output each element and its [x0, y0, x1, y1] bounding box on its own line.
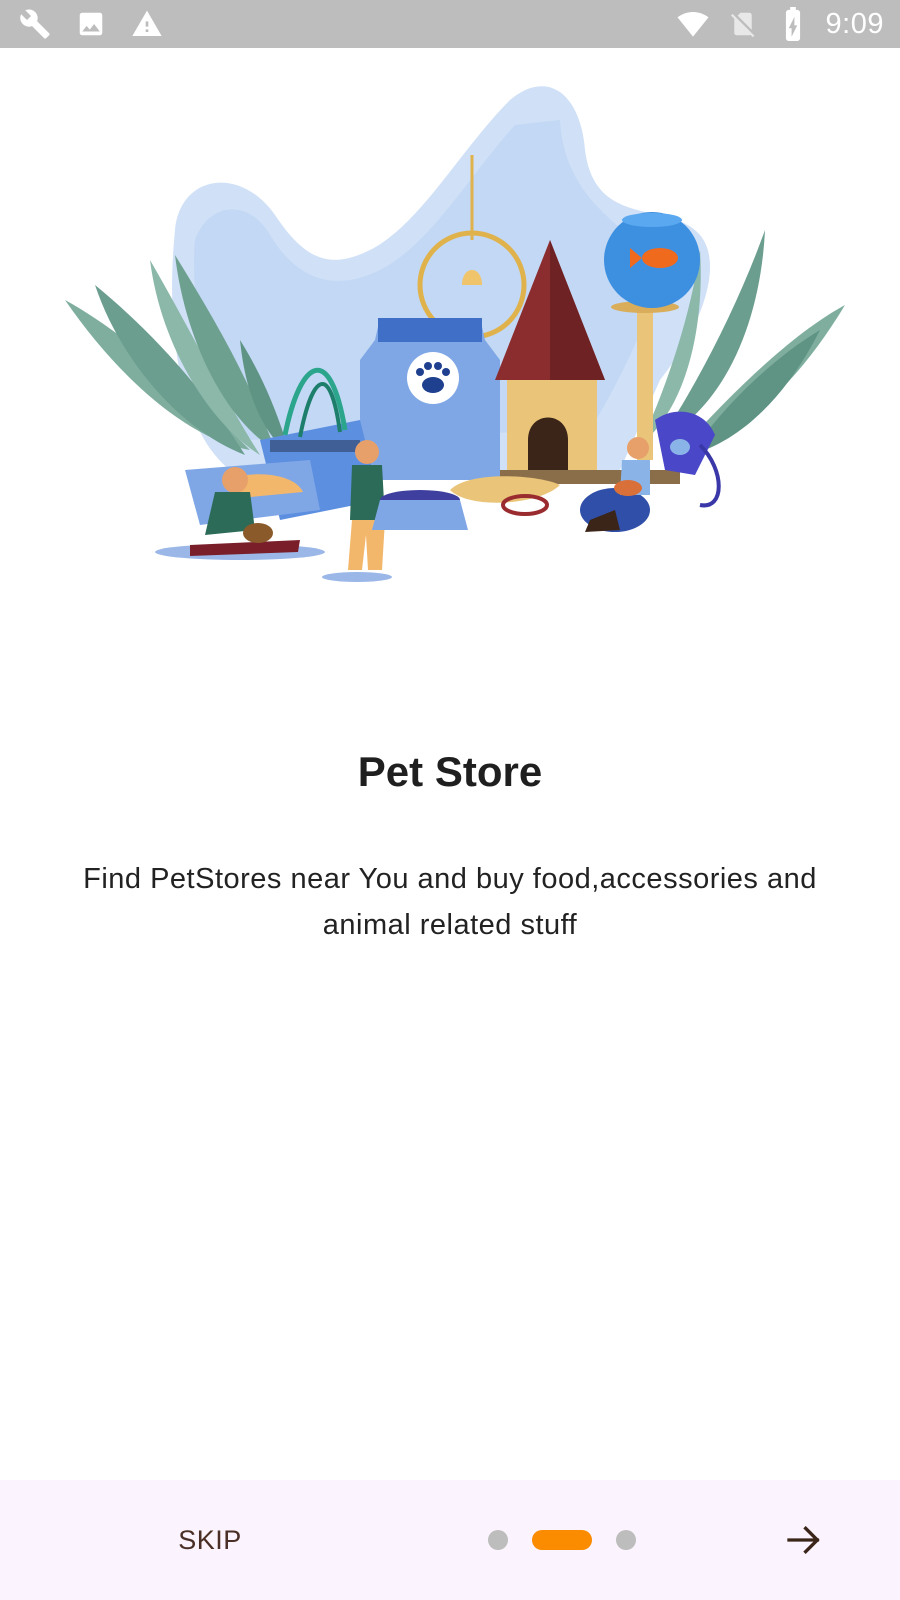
status-bar: 9:09 [0, 0, 900, 48]
onboarding-bottom-bar: SKIP [0, 1480, 900, 1600]
page-dot-2-active [532, 1530, 592, 1550]
next-button[interactable] [776, 1510, 832, 1570]
battery-charging-icon [776, 7, 810, 41]
page-indicator [488, 1530, 636, 1550]
status-left-icons [18, 7, 164, 41]
onboarding-illustration [0, 48, 900, 608]
page-dot-3 [616, 1530, 636, 1550]
arrow-right-icon [787, 1525, 820, 1555]
pet-store-illustration [65, 86, 845, 582]
status-time: 9:09 [825, 7, 884, 40]
status-right-icons: 9:09 [676, 7, 884, 41]
onboarding-title: Pet Store [357, 748, 543, 795]
image-icon [74, 7, 108, 41]
no-sim-icon [726, 7, 760, 41]
onboarding-description: Find PetStores near You and buy food,acc… [83, 863, 817, 941]
wifi-icon [676, 7, 710, 41]
wrench-icon [18, 7, 52, 41]
page-dot-1 [488, 1530, 508, 1550]
skip-button[interactable]: SKIP [168, 1514, 252, 1566]
warning-icon [130, 7, 164, 41]
